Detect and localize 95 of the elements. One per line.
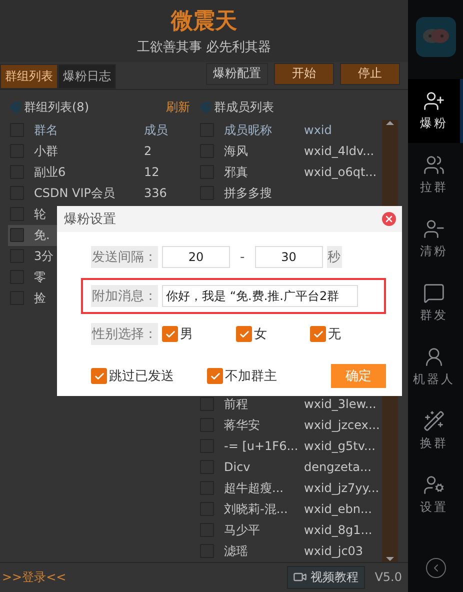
user-settings-icon	[423, 474, 445, 496]
remove-user-icon	[423, 218, 445, 240]
panel-title: 群成员列表	[214, 99, 274, 116]
config-button[interactable]: 爆粉配置	[206, 62, 268, 85]
start-button[interactable]: 开始	[274, 62, 334, 85]
column-header: wxid	[304, 123, 332, 138]
wand-icon	[423, 410, 445, 432]
checkbox[interactable]	[10, 228, 24, 242]
wxid-cell: wxid_jc03	[304, 544, 364, 558]
member-count-cell: 12	[144, 165, 160, 180]
wxid-cell: wxid_g5tv...	[304, 439, 376, 454]
tab[interactable]: 群组列表	[0, 64, 58, 89]
user-icon	[423, 346, 445, 368]
member-count-cell: 336	[144, 186, 167, 200]
sidebar-item[interactable]: 换群	[408, 399, 463, 463]
nickname-cell: 拼多多搜	[224, 184, 272, 202]
back-button[interactable]	[426, 558, 446, 578]
option-label: 无	[328, 326, 341, 343]
wxid-cell: wxid_3lew...	[304, 397, 376, 412]
option-label: 不加群主	[225, 368, 277, 385]
tutorial-button[interactable]: 视频教程	[286, 566, 365, 589]
sidebar-item[interactable]: 群发	[408, 271, 463, 335]
checkbox[interactable]	[91, 368, 107, 384]
check-icon	[238, 328, 250, 340]
column-header: 成员昵称	[224, 122, 272, 139]
check-icon	[312, 328, 324, 340]
column-header: 成员	[144, 122, 168, 139]
version-label: V5.0	[374, 570, 402, 584]
wxid-cell: wxid_ebn...	[304, 502, 372, 516]
column-header: 群名	[34, 122, 58, 139]
close-icon	[384, 214, 394, 224]
nickname-cell: 前程	[224, 396, 248, 413]
group-name-cell: 零	[34, 268, 46, 286]
sidebar-item[interactable]: 设置	[408, 463, 463, 527]
message-field[interactable]: 你好，我是 “免.费.推.广平台2群	[162, 285, 358, 307]
field-label: 发送间隔：	[91, 246, 158, 268]
login-link[interactable]: >>登录<<	[2, 568, 66, 586]
option-label: 女	[254, 326, 267, 343]
sidebar-item[interactable]: 爆粉	[408, 79, 463, 143]
nickname-cell: 马少平	[224, 522, 260, 539]
member-count-cell: 2	[144, 144, 152, 158]
app-slogan: 工欲善其事 必先利其器	[136, 38, 272, 56]
checkbox[interactable]	[207, 368, 223, 384]
group-icon	[423, 154, 445, 176]
message-icon	[423, 282, 445, 304]
checkbox[interactable]	[310, 326, 326, 342]
field-label: 性别选择：	[91, 323, 158, 345]
nickname-cell: 超牛超瘦...	[224, 480, 284, 497]
checkbox[interactable]	[200, 397, 214, 412]
wxid-cell: wxid_o6qt...	[304, 165, 377, 180]
interval-min-field[interactable]: 20	[162, 246, 230, 268]
wxid-cell: wxid_jz7yy...	[304, 481, 380, 496]
panel-title: 群组列表(8)	[24, 99, 89, 116]
app-title: 微震天	[171, 8, 237, 36]
group-name-cell: 3分	[34, 248, 54, 265]
refresh-link[interactable]: 刷新	[166, 99, 190, 116]
checkbox[interactable]	[236, 326, 252, 342]
option-label: 男	[180, 326, 193, 343]
scroll-down-icon[interactable]	[386, 556, 394, 562]
option-label: 跳过已发送	[109, 368, 174, 385]
group-name-cell: 轮	[34, 206, 46, 223]
scroll-up-icon[interactable]	[386, 120, 394, 126]
range-separator: -	[240, 250, 245, 264]
group-name-cell: 副业6	[34, 164, 66, 181]
wxid-cell: wxid_jzcex...	[304, 418, 380, 432]
close-button[interactable]	[382, 212, 396, 226]
nickname-cell: 海风	[224, 142, 248, 160]
nickname-cell: 蒋华安	[224, 416, 260, 434]
sidebar-item[interactable]: 机器人	[408, 335, 463, 399]
tab[interactable]: 爆粉日志	[58, 64, 116, 89]
check-icon	[94, 370, 104, 382]
sidebar-item[interactable]: 清粉	[408, 207, 463, 271]
add-user-icon	[423, 90, 445, 112]
dialog-title: 爆粉设置	[64, 211, 116, 228]
check-icon	[164, 328, 176, 340]
group-name-cell: CSDN VIP会员	[34, 184, 116, 202]
field-label: 附加消息：	[91, 285, 158, 307]
wxid-cell: wxid_8g1...	[304, 523, 372, 538]
nickname-cell: Dicv	[224, 460, 250, 474]
unit-label: 秒	[326, 246, 342, 268]
checkbox[interactable]	[162, 326, 178, 342]
nickname-cell: -= [u+1F6...	[224, 439, 298, 454]
wxid-cell: wxid_4ldv...	[304, 144, 374, 158]
app-logo	[416, 17, 456, 57]
nickname-cell: 邪真	[224, 164, 248, 181]
wxid-cell: dengzeta...	[304, 460, 372, 474]
interval-max-field[interactable]: 30	[254, 246, 323, 268]
check-icon	[210, 370, 220, 382]
stop-button[interactable]: 停止	[340, 62, 400, 85]
nickname-cell: 刘晓莉-混...	[224, 500, 288, 518]
sidebar-item[interactable]: 拉群	[408, 143, 463, 207]
group-name-cell: 免.	[34, 226, 50, 244]
nickname-cell: 滤瑶	[224, 542, 248, 560]
group-name-cell: 小群	[34, 142, 58, 160]
group-name-cell: 捡	[34, 290, 46, 307]
